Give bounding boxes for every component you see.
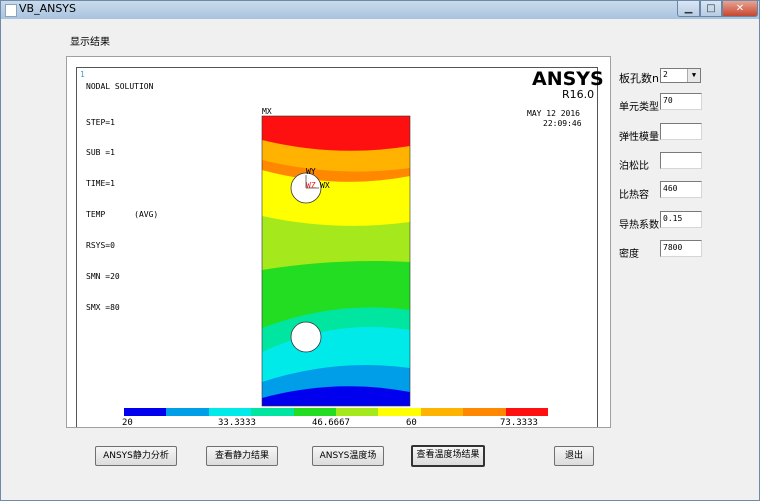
axis-wx-label: WX xyxy=(320,181,330,190)
hole-count-value: 2 xyxy=(663,70,668,79)
mx-label: MX xyxy=(262,107,272,116)
exit-button[interactable]: 退出 xyxy=(554,446,594,466)
conductivity-field[interactable]: 0.15 xyxy=(660,211,702,228)
poisson-ratio-label: 泊松比 xyxy=(619,161,649,172)
legend-swatch-4 xyxy=(251,408,295,416)
legend-swatch-10 xyxy=(505,408,549,416)
specific-heat-field[interactable]: 460 xyxy=(660,181,702,198)
legend-swatch-7 xyxy=(378,408,422,416)
legend-swatch-2 xyxy=(166,408,210,416)
axis-wy-label: WY xyxy=(306,167,316,176)
poisson-ratio-field[interactable] xyxy=(660,152,702,169)
legend-swatch-5 xyxy=(293,408,337,416)
elastic-modulus-field[interactable] xyxy=(660,123,702,140)
legend-swatch-1 xyxy=(124,408,167,416)
element-type-label: 单元类型 xyxy=(619,102,659,113)
elastic-modulus-label: 弹性模量 xyxy=(619,132,659,143)
legend-swatch-3 xyxy=(208,408,252,416)
legend-swatch-8 xyxy=(420,408,464,416)
thermal-results-button[interactable]: 查看温度场结果 xyxy=(411,445,485,467)
density-label: 密度 xyxy=(619,249,639,260)
legend-tick-3: 46.6667 xyxy=(312,418,350,428)
legend-tick-2: 33.3333 xyxy=(218,418,256,428)
chevron-down-icon[interactable]: ▼ xyxy=(687,69,700,82)
hole-count-label: 板孔数n: xyxy=(619,72,663,85)
legend-tick-1: 20 xyxy=(122,418,133,428)
specific-heat-label: 比热容 xyxy=(619,190,649,201)
legend-swatch-9 xyxy=(463,408,507,416)
legend-tick-4: 60 xyxy=(406,418,417,428)
hole-2 xyxy=(290,321,322,353)
element-type-field[interactable]: 70 xyxy=(660,93,702,110)
static-analysis-button[interactable]: ANSYS静力分析 xyxy=(95,446,177,466)
conductivity-label: 导热系数 xyxy=(619,220,659,231)
thermal-field-button[interactable]: ANSYS温度场 xyxy=(312,446,384,466)
legend-swatch-6 xyxy=(336,408,379,416)
hole-count-select[interactable]: 2 ▼ xyxy=(660,68,701,83)
density-field[interactable]: 7800 xyxy=(660,240,702,257)
legend-tick-5: 73.3333 xyxy=(500,418,538,428)
axis-wz-label: WZ xyxy=(306,181,316,190)
static-results-button[interactable]: 查看静力结果 xyxy=(206,446,278,466)
